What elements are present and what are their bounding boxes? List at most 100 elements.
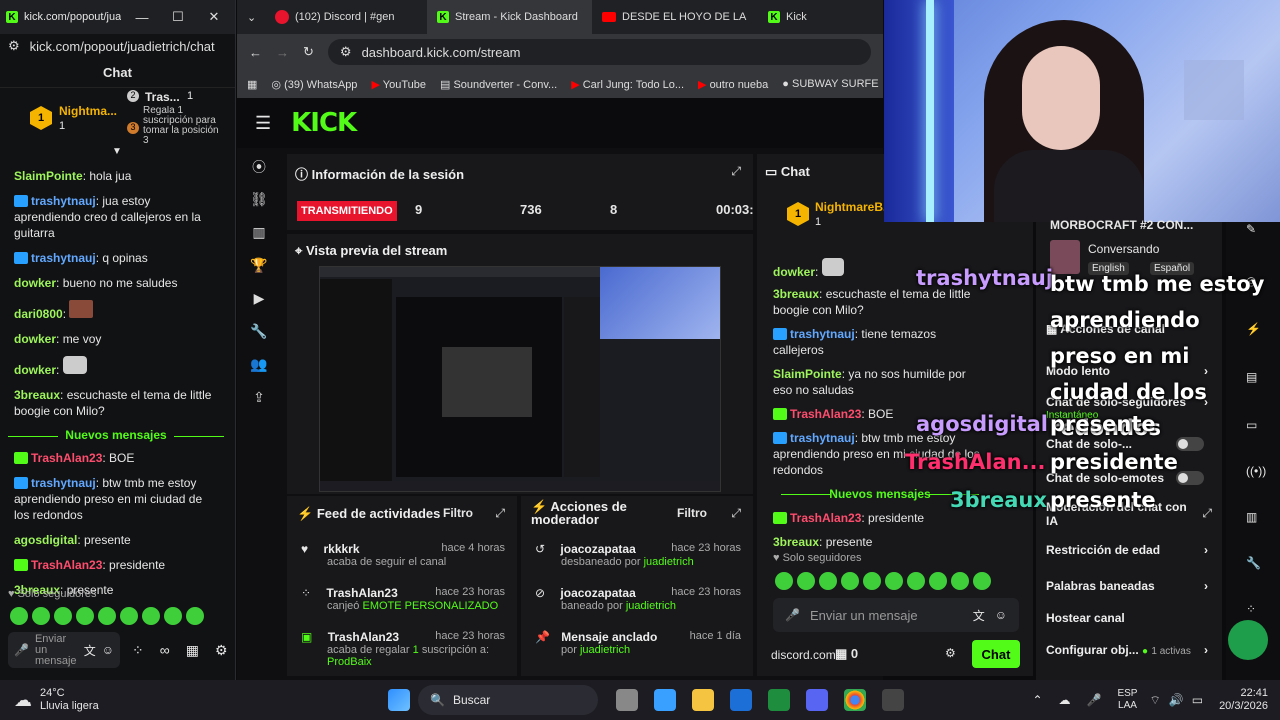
back-icon[interactable]: ← [249,45,262,60]
site-info-icon[interactable]: ⚙ [8,38,20,54]
host-channel-row[interactable]: Hostear canal [1046,611,1212,625]
link-icon[interactable]: ⛓ [237,183,281,216]
kick-logo[interactable]: KICK [291,108,357,138]
chrome-icon[interactable] [844,689,866,711]
emote-icon[interactable] [863,572,881,590]
bookmark-outro[interactable]: ▶ outro nueba [698,78,768,91]
external-link-icon[interactable]: ⤢ [1202,506,1212,521]
emote-icon[interactable] [951,572,969,590]
start-icon[interactable] [388,689,410,711]
taskbar-search[interactable]: 🔍 Buscar [418,685,598,715]
language-indicator[interactable]: ESP LAA [1117,688,1137,712]
obs-icon[interactable] [882,689,904,711]
settings-icon[interactable]: ⚙ [215,642,228,659]
tab-kick-dashboard[interactable]: K Stream - Kick Dashboard [427,0,592,34]
emote-icon[interactable] [885,572,903,590]
infinity-icon[interactable]: ∞ [160,642,170,659]
emote-icon[interactable] [907,572,925,590]
tab-discord[interactable]: (102) Discord | #gen [265,0,427,34]
emote-icon[interactable] [120,607,138,625]
maximize-icon[interactable]: ☐ [163,9,193,25]
expand-icon[interactable]: ⤢ [731,164,741,179]
discord-taskbar-icon[interactable] [806,689,828,711]
weather-widget[interactable]: ☁ 24°C Lluvia ligera [0,687,380,713]
emote-icon[interactable] [76,607,94,625]
apps-icon[interactable]: ▦ [247,78,257,91]
emote-icon[interactable] [164,607,182,625]
clock[interactable]: 22:41 20/3/2026 [1219,687,1268,713]
expand-icon[interactable]: ⤢ [731,506,741,521]
dashboard-chat-input[interactable]: 🎤 Enviar un mensaje 文 ☺ [773,598,1019,632]
wrench-icon[interactable]: 🔧 [1246,556,1261,570]
tab-youtube[interactable]: DESDE EL HOYO DE LA [592,0,758,34]
emoji-icon[interactable]: ☺ [102,643,114,657]
microphone-icon[interactable]: 🎤 [14,643,29,657]
broadcast-icon[interactable]: ((•)) [1246,464,1266,478]
wifi-icon[interactable]: ⌔ [1149,693,1160,708]
mic-tray-icon[interactable]: 🎤 [1087,693,1102,707]
whatsapp-float-icon[interactable] [1228,620,1268,660]
emote-icon[interactable] [973,572,991,590]
expand-icon[interactable]: ⤢ [495,506,505,521]
site-info-icon[interactable]: ⚙ [340,44,352,60]
live-icon[interactable]: ⦿ [237,150,281,183]
translate-icon[interactable]: 文 [973,607,985,624]
emote-icon[interactable] [10,607,28,625]
upload-icon[interactable]: ⇪ [237,381,281,414]
battery-icon[interactable]: ▭ [1192,693,1203,707]
emote-icon[interactable] [98,607,116,625]
bookmark-carl-jung[interactable]: ▶ Carl Jung: Todo Lo... [571,78,684,91]
emoji-icon[interactable]: ☺ [995,608,1007,622]
minimize-icon[interactable]: — [127,10,157,25]
word-icon[interactable] [730,689,752,711]
emote-icon[interactable] [929,572,947,590]
tray-chevron-icon[interactable]: ⌃ [1032,693,1042,707]
menu-icon[interactable]: ☰ [255,113,271,134]
translate-icon[interactable]: 文 [84,642,96,659]
video-icon[interactable]: ▶ [237,282,281,315]
layout-icon[interactable]: ▥ [1246,510,1257,524]
wrench-icon[interactable]: 🔧 [237,315,281,348]
excel-icon[interactable] [768,689,790,711]
file-explorer-icon[interactable] [692,689,714,711]
emote-icon[interactable] [54,607,72,625]
onedrive-icon[interactable]: ☁ [1059,693,1071,707]
emote-icon[interactable] [841,572,859,590]
address-bar[interactable]: ⚙ dashboard.kick.com/stream [327,39,871,65]
emote-icon[interactable] [775,572,793,590]
community-icon[interactable]: ⁘ [132,642,144,659]
bookmark-whatsapp[interactable]: ◎ (39) WhatsApp [271,78,357,91]
mod-filter-button[interactable]: Filtro [677,506,707,520]
trophy-icon[interactable]: 🏆 [237,249,281,282]
emote-icon[interactable] [32,607,50,625]
settings-icon[interactable]: ⚙ [945,646,956,660]
emote-only-toggle[interactable] [1176,471,1204,485]
chevron-down-icon[interactable]: ▼ [112,146,122,157]
close-icon[interactable]: ✕ [199,9,229,25]
analytics-icon[interactable]: ▥ [237,216,281,249]
tab-kick[interactable]: K Kick [758,0,868,34]
popout-address-bar[interactable]: ⚙ kick.com/popout/juadietrich/chat [0,34,235,58]
copilot-icon[interactable] [654,689,676,711]
microphone-icon[interactable]: 🎤 [785,608,800,622]
goals-row[interactable]: Configurar obj... ● 1 activas › [1046,643,1212,657]
bookmark-soundverter[interactable]: ▤ Soundverter - Conv... [440,78,557,91]
store-icon[interactable]: ▦ [186,642,199,659]
discord-link[interactable]: discord.com [771,648,836,662]
stream-preview-video[interactable] [319,266,721,492]
emote-icon[interactable] [186,607,204,625]
activity-filter-button[interactable]: Filtro [443,506,473,520]
forward-icon[interactable]: → [276,45,289,60]
edit-icon[interactable]: ✎ [1246,222,1256,236]
share-icon[interactable]: ⁘ [1246,602,1256,616]
popout-chat-input[interactable]: 🎤 Enviar un mensaje 文 ☺ [8,632,120,668]
age-restriction-row[interactable]: Restricción de edad › [1046,543,1212,557]
bookmark-subway[interactable]: ● SUBWAY SURFE [782,78,878,90]
bookmark-youtube[interactable]: ▶ YouTube [371,78,426,91]
tab-search-icon[interactable]: ⌄ [237,0,265,34]
emote-icon[interactable] [142,607,160,625]
reload-icon[interactable]: ↻ [303,44,314,60]
emote-icon[interactable] [797,572,815,590]
volume-icon[interactable]: 🔊 [1169,693,1184,707]
send-chat-button[interactable]: Chat [972,640,1020,668]
